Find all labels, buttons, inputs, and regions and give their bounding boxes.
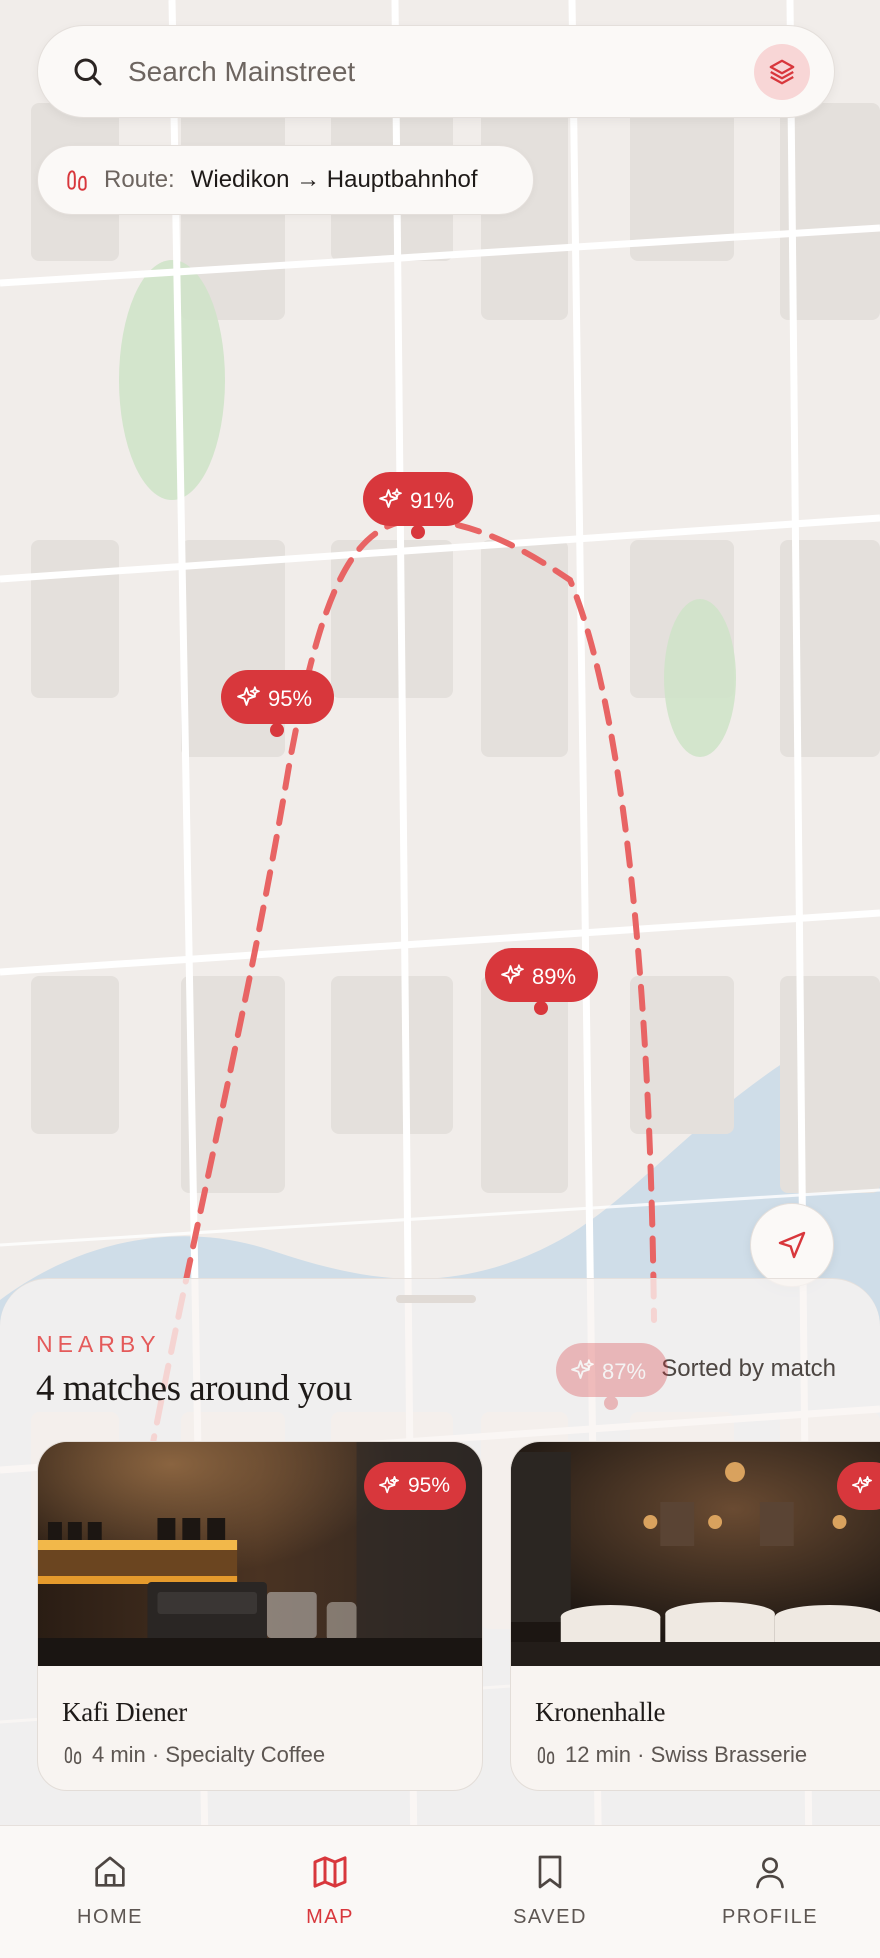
navigation-arrow-icon bbox=[778, 1231, 806, 1259]
nav-home[interactable]: HOME bbox=[0, 1826, 220, 1958]
nav-map[interactable]: MAP bbox=[220, 1826, 440, 1958]
match-badge: 95% bbox=[363, 1462, 466, 1510]
sparkles-icon bbox=[378, 1476, 399, 1494]
place-card[interactable]: Kronenhalle 12 min · Swiss Brasserie bbox=[510, 1441, 880, 1791]
footprints-icon bbox=[537, 1746, 555, 1765]
park bbox=[664, 599, 736, 757]
search-input[interactable] bbox=[128, 41, 754, 102]
place-name: Kafi Diener bbox=[62, 1697, 187, 1727]
bookmark-icon bbox=[538, 1855, 562, 1889]
map-icon bbox=[313, 1856, 347, 1888]
nearby-sheet[interactable]: NEARBY 4 matches around you Sorted by ma… bbox=[0, 1278, 880, 1825]
footprints-icon bbox=[67, 170, 87, 191]
sort-button[interactable]: Sorted by match bbox=[661, 1355, 836, 1383]
place-cards[interactable]: 95% Kafi Diener 4 min · Specialty Coffee bbox=[0, 1441, 880, 1797]
locate-me-button[interactable] bbox=[750, 1203, 834, 1287]
place-name: Kronenhalle bbox=[535, 1697, 666, 1727]
route-value: Wiedikon → Hauptbahnhof bbox=[190, 166, 478, 193]
place-card[interactable]: 95% Kafi Diener 4 min · Specialty Coffee bbox=[37, 1441, 483, 1791]
footprints-icon bbox=[64, 1746, 82, 1765]
sparkles-icon bbox=[852, 1476, 872, 1494]
place-meta: 12 min · Swiss Brasserie bbox=[535, 1742, 807, 1768]
layers-button[interactable] bbox=[754, 43, 810, 100]
match-badge bbox=[837, 1462, 880, 1510]
sheet-title: 4 matches around you bbox=[36, 1368, 352, 1409]
park bbox=[119, 260, 225, 500]
route-label: Route: bbox=[104, 166, 175, 193]
layers-icon bbox=[769, 59, 795, 84]
home-icon bbox=[95, 1856, 125, 1887]
sheet-handle[interactable] bbox=[396, 1295, 476, 1303]
search-bar[interactable] bbox=[37, 25, 835, 118]
sheet-eyebrow: NEARBY bbox=[36, 1331, 161, 1357]
place-meta: 4 min · Specialty Coffee bbox=[62, 1742, 325, 1768]
restaurant-photo bbox=[511, 1442, 880, 1666]
bottom-nav: HOME MAP SAVED PROFILE bbox=[0, 1825, 880, 1958]
nav-saved[interactable]: SAVED bbox=[440, 1826, 660, 1958]
route-chip[interactable]: Route: Wiedikon → Hauptbahnhof bbox=[37, 145, 534, 215]
search-icon bbox=[74, 58, 102, 85]
nav-profile[interactable]: PROFILE bbox=[660, 1826, 880, 1958]
user-icon bbox=[756, 1857, 784, 1889]
